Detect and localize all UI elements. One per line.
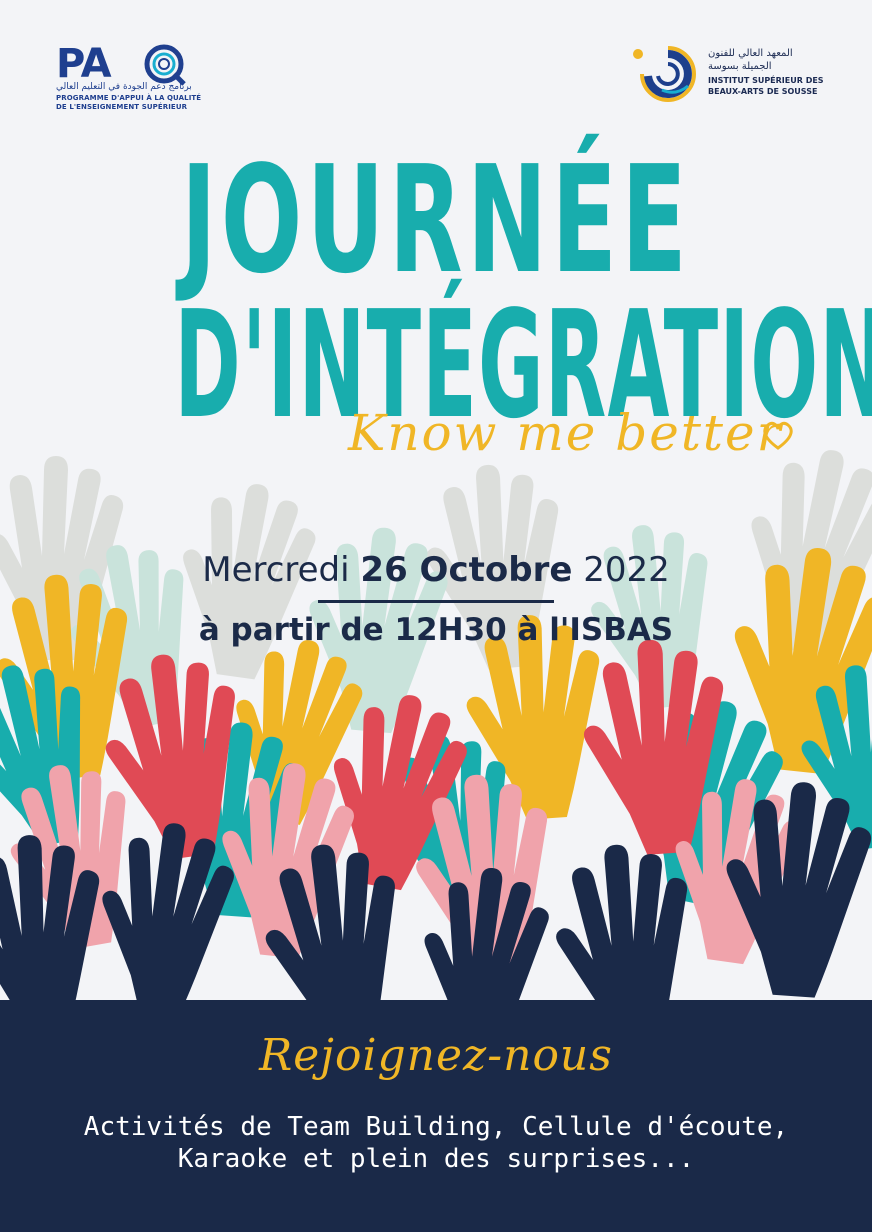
isbas-line-1: INSTITUT SUPÉRIEUR DES (708, 76, 824, 85)
title-line-1: JOURNÉE (180, 134, 692, 306)
isbas-line-2: BEAUX-ARTS DE SOUSSE (708, 87, 818, 96)
pao-line-1: PROGRAMME D'APPUI À LA QUALITÉ (56, 94, 202, 102)
activities-line-2: Karaoke et plein des surprises... (177, 1144, 695, 1174)
heart-icon (763, 421, 793, 450)
pao-logo: PA برنامج دعم الجودة في التعليم العالي P… (56, 41, 201, 112)
isbas-arabic-1: المعهد العالي للفنون (708, 48, 793, 59)
event-date: Mercredi 26 Octobre 2022 (0, 550, 872, 590)
event-date-bold: 26 Octobre (360, 550, 573, 590)
isbas-logo: المعهد العالي للفنون الجميلة بسوسة INSTI… (632, 42, 832, 106)
isbas-arabic-2: الجميلة بسوسة (708, 61, 772, 72)
pao-arabic-text: برنامج دعم الجودة في التعليم العالي (56, 82, 192, 92)
tagline: Know me better (348, 404, 783, 462)
event-day: Mercredi (202, 550, 350, 590)
event-time-place: à partir de 12H30 à l'ISBAS (198, 612, 674, 648)
poster: PA برنامج دعم الجودة في التعليم العالي P… (0, 0, 872, 1232)
invite-heading: Rejoignez-nous (259, 1030, 613, 1081)
isbas-logo-icon (633, 46, 696, 102)
pao-logo-mark: PA (56, 41, 112, 87)
date-divider (318, 600, 554, 603)
pao-line-2: DE L'ENSEIGNEMENT SUPÉRIEUR (56, 103, 188, 111)
activities-line-1: Activités de Team Building, Cellule d'éc… (83, 1112, 789, 1142)
event-year: 2022 (583, 550, 670, 590)
